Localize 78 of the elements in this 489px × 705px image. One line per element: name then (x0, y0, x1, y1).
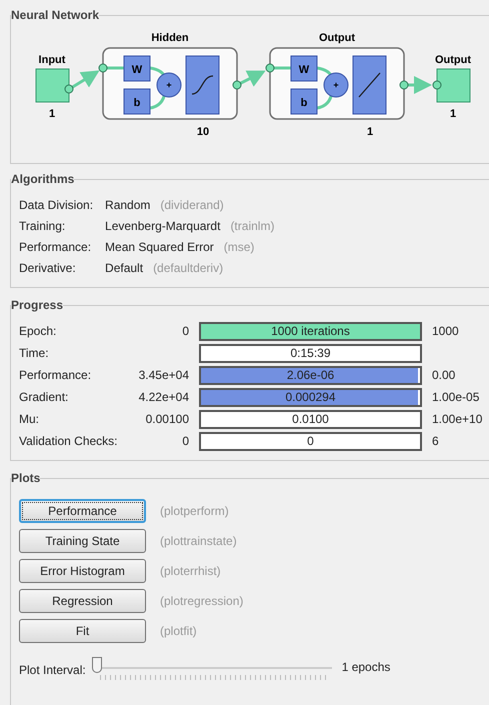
plot-button[interactable]: Fit (19, 619, 146, 643)
group-title: Algorithms (11, 171, 74, 188)
group-title: Progress (11, 297, 64, 314)
output-label: Output (434, 54, 472, 66)
connection-arrow (238, 70, 266, 87)
output-block (436, 68, 470, 102)
sum-node: + (324, 72, 348, 98)
connector-line (272, 66, 334, 110)
input-label: Input (38, 54, 66, 66)
slider-reading: 1 epochs (342, 659, 390, 676)
start-value: 3.45e+04 (138, 367, 189, 384)
weight-block: W (124, 56, 150, 82)
plot-button[interactable]: Training State (19, 529, 146, 553)
start-value: 4.22e+04 (138, 389, 189, 406)
algorithm-label: Training: (19, 218, 66, 235)
function-name: (plotperform) (160, 503, 229, 520)
interval-slider[interactable] (92, 657, 332, 683)
port-node (400, 80, 408, 90)
target-value: 1.00e-05 (432, 389, 480, 406)
function-name: (trainlm) (230, 218, 274, 235)
function-name: (dividerand) (160, 197, 224, 214)
input-size: 1 (48, 108, 56, 120)
port-node (266, 64, 274, 72)
group-title: Plots (11, 470, 40, 487)
target-value: 1000 (432, 323, 459, 340)
port-node (64, 84, 74, 94)
progress-label: Epoch: (19, 323, 58, 340)
function-name: (plottrainstate) (160, 533, 237, 550)
layer-size: 10 (196, 126, 210, 138)
sum-node: + (156, 72, 182, 98)
target-value: 6 (432, 433, 439, 450)
algorithm-value: Mean Squared Error (105, 239, 214, 256)
start-value: 0 (182, 433, 189, 450)
function-name: (mse) (224, 239, 254, 256)
slider-label: Plot Interval: (19, 662, 86, 679)
plot-button[interactable]: Regression (19, 589, 146, 613)
connector-line (104, 66, 166, 110)
function-name: (plotfit) (160, 623, 197, 640)
slider-thumb[interactable] (92, 657, 102, 673)
progress-label: Mu: (19, 411, 40, 428)
algorithm-label: Performance: (19, 239, 92, 256)
plot-button[interactable]: Error Histogram (19, 559, 146, 583)
bias-block: b (124, 88, 150, 114)
port-node (232, 80, 242, 90)
progress-label: Time: (19, 345, 50, 362)
progress-reading: 1000 iterations (270, 324, 351, 338)
input-block (36, 68, 70, 102)
connection-arrow (407, 76, 432, 94)
layer-size: 1 (366, 126, 374, 138)
algorithm-value: Levenberg-Marquardt (105, 218, 220, 235)
group-title: Neural Network (11, 7, 100, 24)
transfer-function-block (186, 56, 220, 114)
target-value: 0.00 (432, 367, 456, 384)
connection-arrow (70, 70, 100, 90)
function-name: (plotregression) (160, 593, 244, 610)
progress-reading: 2.06e-06 (286, 368, 336, 382)
progress-reading: 0.000294 (284, 390, 337, 404)
algorithm-value: Random (105, 197, 150, 214)
start-value: 0 (182, 323, 189, 340)
output-size: 1 (450, 108, 456, 120)
progress-label: Performance: (19, 367, 92, 384)
weight-block: W (290, 56, 318, 82)
algorithm-value: Default (105, 260, 144, 277)
transfer-function-block (352, 56, 386, 114)
function-name: (defaultderiv) (153, 260, 224, 277)
layer-label: Hidden (151, 32, 189, 44)
algorithm-label: Data Division: (19, 197, 94, 214)
progress-label: Gradient: (19, 389, 70, 406)
progress-label: Validation Checks: (19, 433, 118, 450)
algorithm-label: Derivative: (19, 260, 77, 277)
function-name: (ploterrhist) (160, 563, 221, 580)
plot-button[interactable]: Performance (19, 499, 146, 523)
port-node (432, 80, 442, 90)
bias-block: b (290, 88, 318, 114)
start-value: 0.00100 (146, 411, 189, 428)
layer-label: Output (318, 32, 356, 44)
port-node (98, 64, 108, 72)
target-value: 1.00e+10 (432, 411, 482, 428)
